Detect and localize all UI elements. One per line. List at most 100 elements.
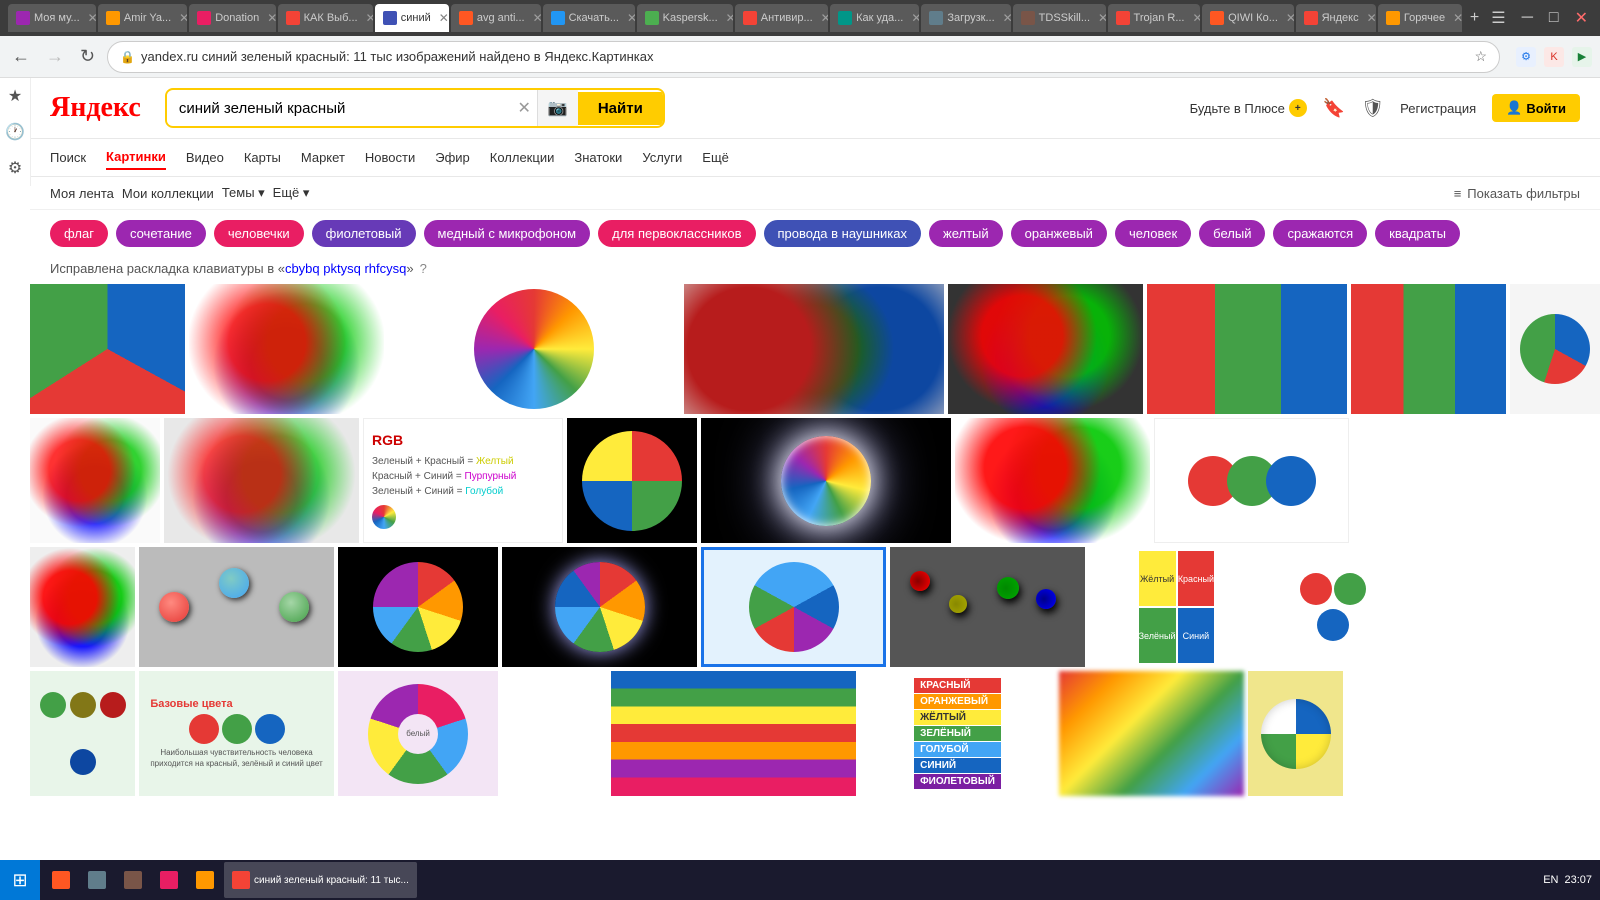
show-filters-button[interactable]: ≡ Показать фильтры <box>1454 186 1580 201</box>
browser-tab-tab11[interactable]: Загрузк...✕ <box>921 4 1010 32</box>
browser-tab-tab6[interactable]: avg anti...✕ <box>451 4 541 32</box>
image-item[interactable] <box>474 289 594 409</box>
tag-для-первоклассников[interactable]: для первоклассников <box>598 220 755 247</box>
tab-close-button[interactable]: ✕ <box>267 11 275 25</box>
side-settings-icon[interactable]: ⚙ <box>0 150 30 186</box>
image-item[interactable] <box>1154 418 1349 543</box>
image-item[interactable] <box>30 671 135 796</box>
image-item[interactable] <box>502 671 607 796</box>
themes-dropdown[interactable]: Темы ▾ <box>222 185 265 201</box>
browser-tab-tab9[interactable]: Антивир...✕ <box>735 4 828 32</box>
image-item[interactable] <box>164 418 359 543</box>
image-item[interactable] <box>611 671 856 796</box>
image-item[interactable]: белый <box>338 671 498 796</box>
tab-close-button[interactable]: ✕ <box>366 11 373 25</box>
nav-item-видео[interactable]: Видео <box>186 146 224 169</box>
start-button[interactable]: ⊞ <box>0 860 40 900</box>
tab-close-button[interactable]: ✕ <box>439 11 449 25</box>
login-button[interactable]: 👤 Войти <box>1492 94 1580 122</box>
tab-close-button[interactable]: ✕ <box>1003 11 1011 25</box>
ext-icon-1[interactable]: ⚙ <box>1516 47 1536 67</box>
tag-сражаются[interactable]: сражаются <box>1273 220 1367 247</box>
correction-info-icon[interactable]: ? <box>420 261 427 276</box>
minimize-button[interactable]: ─ <box>1518 7 1537 29</box>
search-camera-button[interactable]: 📷 <box>537 90 578 126</box>
tag-квадраты[interactable]: квадраты <box>1375 220 1460 247</box>
tag-белый[interactable]: белый <box>1199 220 1265 247</box>
shield-icon[interactable]: 🛡 <box>1361 98 1384 119</box>
nav-item-знатоки[interactable]: Знатоки <box>574 146 622 169</box>
bookmark-address-button[interactable]: ☆ <box>1474 48 1487 65</box>
address-bar[interactable]: 🔒 yandex.ru синий зеленый красный: 11 ты… <box>107 41 1500 73</box>
image-item[interactable] <box>139 547 334 667</box>
nav-item-новости[interactable]: Новости <box>365 146 415 169</box>
browser-tab-tab13[interactable]: Trojan R...✕ <box>1108 4 1201 32</box>
image-item-selected[interactable] <box>701 547 886 667</box>
close-button[interactable]: ✕ <box>1571 6 1592 30</box>
image-item[interactable] <box>1248 671 1343 796</box>
browser-tab-tab8[interactable]: Kaspersk...✕ <box>637 4 733 32</box>
image-item[interactable] <box>30 547 135 667</box>
browser-tab-tab10[interactable]: Как уда...✕ <box>830 4 919 32</box>
image-item[interactable] <box>1268 547 1398 667</box>
image-item[interactable] <box>30 284 185 414</box>
browser-tab-tab1[interactable]: Моя му...✕ <box>8 4 96 32</box>
tab-close-button[interactable]: ✕ <box>726 11 733 25</box>
image-item[interactable] <box>502 547 697 667</box>
search-input[interactable] <box>167 92 512 125</box>
tab-close-button[interactable]: ✕ <box>179 11 187 25</box>
image-item[interactable] <box>1147 284 1347 414</box>
tag-сочетание[interactable]: сочетание <box>116 220 206 247</box>
bookmark-icon[interactable]: 🔖 <box>1323 98 1345 119</box>
side-history-icon[interactable]: 🕐 <box>0 114 30 150</box>
taskbar-item-yandex[interactable] <box>188 862 222 898</box>
more-dropdown[interactable]: Ещё ▾ <box>273 185 310 201</box>
forward-button[interactable]: → <box>42 44 68 69</box>
search-clear-button[interactable]: ✕ <box>512 98 537 118</box>
tab-close-button[interactable]: ✕ <box>1367 11 1376 25</box>
image-item[interactable] <box>1351 284 1506 414</box>
tag-желтый[interactable]: желтый <box>929 220 1003 247</box>
nav-item-коллекции[interactable]: Коллекции <box>490 146 555 169</box>
side-favorites-icon[interactable]: ★ <box>0 78 30 114</box>
image-item[interactable] <box>338 547 498 667</box>
image-item[interactable]: Базовые цвета Наибольшая чувствительност… <box>139 671 334 796</box>
browser-tab-tab7[interactable]: Скачать...✕ <box>543 4 635 32</box>
browser-tab-tab14[interactable]: QIWI Ко...✕ <box>1202 4 1294 32</box>
tag-человечки[interactable]: человечки <box>214 220 304 247</box>
search-button[interactable]: Найти <box>578 92 663 125</box>
registration-button[interactable]: Регистрация <box>1400 101 1476 116</box>
my-collections-link[interactable]: Мои коллекции <box>122 186 214 201</box>
tag-оранжевый[interactable]: оранжевый <box>1011 220 1107 247</box>
taskbar-item-mail[interactable] <box>152 862 186 898</box>
tag-медный-с-микрофоном[interactable]: медный с микрофоном <box>424 220 591 247</box>
nav-item-поиск[interactable]: Поиск <box>50 146 86 169</box>
tag-фиолетовый[interactable]: фиолетовый <box>312 220 416 247</box>
tag-человек[interactable]: человек <box>1115 220 1191 247</box>
image-item[interactable]: КРАСНЫЙ ОРАНЖЕВЫЙ ЖЁЛТЫЙ ЗЕЛЁНЫЙ ГОЛУБОЙ… <box>860 671 1055 796</box>
nav-item-ещё[interactable]: Ещё <box>702 146 729 169</box>
ext-icon-3[interactable]: ▶ <box>1572 47 1592 67</box>
ext-icon-2[interactable]: K <box>1544 47 1564 67</box>
image-item[interactable] <box>30 418 160 543</box>
refresh-button[interactable]: ↻ <box>76 44 99 69</box>
taskbar-item-search[interactable] <box>44 862 78 898</box>
tab-close-button[interactable]: ✕ <box>911 11 919 25</box>
tab-close-button[interactable]: ✕ <box>1098 11 1106 25</box>
browser-tab-tab16[interactable]: Горячее✕ <box>1378 4 1462 32</box>
tag-флаг[interactable]: флаг <box>50 220 108 247</box>
taskbar-item-chrome[interactable] <box>116 862 150 898</box>
image-item[interactable] <box>189 284 384 414</box>
tab-close-button[interactable]: ✕ <box>533 11 541 25</box>
image-item[interactable] <box>948 284 1143 414</box>
image-item[interactable] <box>1059 671 1244 796</box>
correction-link[interactable]: cbybq pktysq rhfcysq <box>285 261 406 276</box>
settings-button[interactable]: ☰ <box>1487 6 1509 30</box>
nav-item-картинки[interactable]: Картинки <box>106 145 166 170</box>
tab-close-button[interactable]: ✕ <box>1193 11 1201 25</box>
browser-tab-tab5[interactable]: синий✕ <box>375 4 449 32</box>
tab-close-button[interactable]: ✕ <box>1453 11 1462 25</box>
image-item[interactable] <box>955 418 1150 543</box>
browser-tab-tab15[interactable]: Яндекс✕ <box>1296 4 1376 32</box>
my-feed-link[interactable]: Моя лента <box>50 186 114 201</box>
